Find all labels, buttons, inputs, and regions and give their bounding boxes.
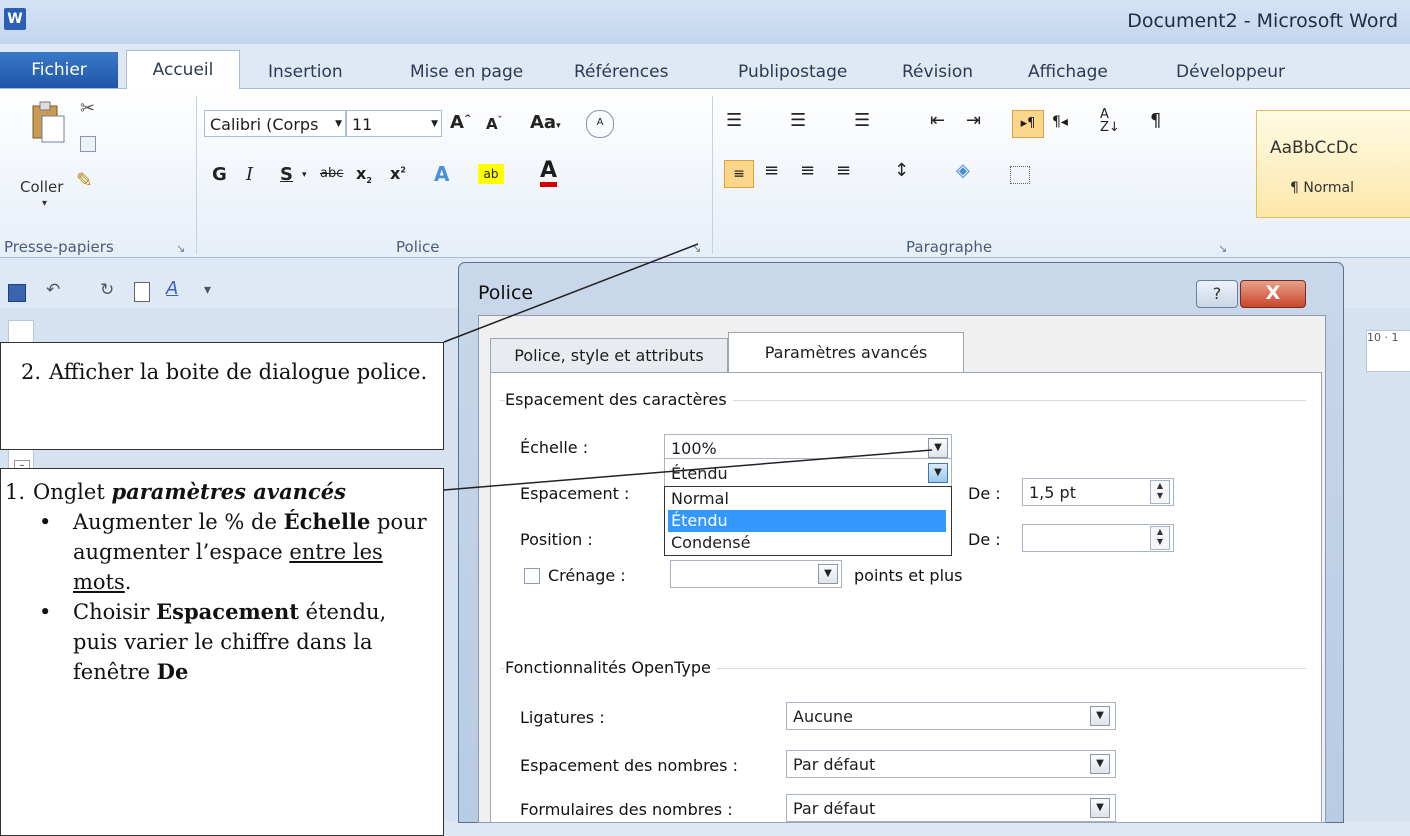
- callout-pointer-lines: [443, 243, 933, 491]
- pointer-line-step-2: [443, 243, 699, 343]
- pointer-line-step-1: [443, 449, 933, 491]
